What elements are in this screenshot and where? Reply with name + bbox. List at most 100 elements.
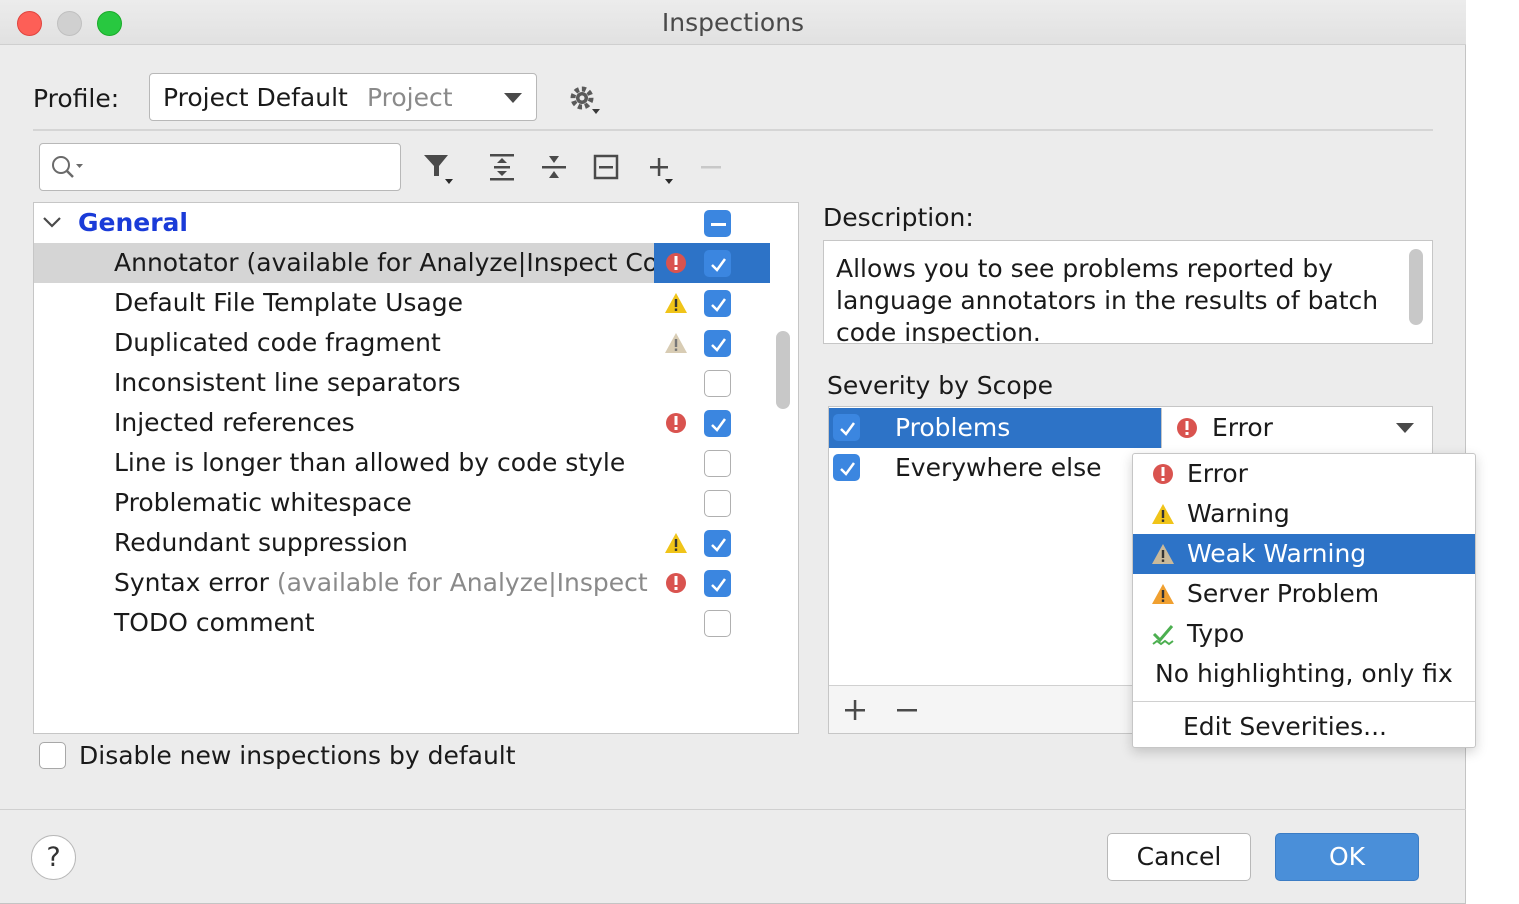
typo-icon [1152,625,1174,646]
tree-row[interactable]: Injected references [34,403,770,443]
inspections-tree[interactable]: General Annotator (available for Analyze… [33,202,799,734]
inspections-dialog: Inspections Profile: Project Default Pro… [0,0,1466,904]
popup-separator [1133,701,1475,702]
tree-row[interactable]: Default File Template Usage [34,283,770,323]
add-icon[interactable] [645,148,681,186]
scope-checkbox[interactable] [833,414,860,441]
tree-row[interactable]: Syntax error (available for Analyze|Insp… [34,563,770,603]
profile-scope: Project [367,83,453,112]
inspection-name: Syntax error [114,568,277,597]
tree-scrollbar[interactable] [776,331,790,409]
popup-item-server-problem[interactable]: Server Problem [1133,574,1475,614]
disable-new-checkbox[interactable] [39,742,66,769]
popup-item-weak-warning[interactable]: Weak Warning [1133,534,1475,574]
tree-row[interactable]: Problematic whitespace [34,483,770,523]
expand-all-icon[interactable] [485,148,521,186]
popup-item-no-highlighting[interactable]: No highlighting, only fix [1133,654,1475,694]
tree-row[interactable]: Redundant suppression [34,523,770,563]
scope-checkbox[interactable] [833,454,860,481]
chevron-down-icon [43,217,61,228]
scope-name: Everywhere else [895,453,1102,482]
disable-new-label: Disable new inspections by default [79,741,516,770]
cancel-button[interactable]: Cancel [1107,833,1251,881]
inspection-name: Duplicated code fragment [114,328,441,357]
warning-icon [1152,504,1174,524]
tree-group-general[interactable]: General [34,203,770,243]
help-button[interactable]: ? [31,835,76,880]
inspection-label: Duplicated code fragment [114,328,441,357]
server-problem-icon [1152,584,1174,604]
edit-severities-label: Edit Severities... [1183,712,1388,741]
error-icon [664,571,688,595]
search-input[interactable] [39,143,401,191]
header-separator [33,129,1433,131]
weak-warning-icon [664,331,688,355]
inspection-checkbox[interactable] [704,330,731,357]
severity-scope-label: Severity by Scope [827,371,1053,400]
inspection-label: Line is longer than allowed by code styl… [114,448,625,477]
inspection-checkbox[interactable] [704,250,731,277]
chevron-down-icon [504,93,522,103]
add-scope-icon[interactable] [843,698,867,722]
inspection-note: (available for Analyze|Inspect [276,568,648,597]
inspection-label: Syntax error (available for Analyze|Insp… [114,568,648,597]
inspection-checkbox[interactable] [704,370,731,397]
popup-item-label: Warning [1187,499,1290,528]
warning-icon [664,291,688,315]
scope-severity-value: Error [1212,413,1273,442]
popup-item-label: No highlighting, only fix [1155,659,1453,688]
reset-icon[interactable] [589,148,625,186]
collapse-all-icon[interactable] [537,148,573,186]
popup-item-label: Typo [1187,619,1245,648]
error-icon [1177,418,1197,438]
inspection-label: TODO comment [114,608,315,637]
scope-row-problems[interactable]: Problems Error [829,408,1432,448]
gear-icon[interactable] [566,82,604,116]
tree-row[interactable]: TODO comment [34,603,770,643]
profile-combo[interactable]: Project Default Project [149,73,537,121]
popup-item-edit-severities[interactable]: Edit Severities... [1133,707,1475,747]
inspection-checkbox[interactable] [704,570,731,597]
group-label: General [78,208,188,237]
tree-row[interactable]: Line is longer than allowed by code styl… [34,443,770,483]
filter-icon[interactable] [421,148,457,186]
window-title: Inspections [661,8,805,37]
group-checkbox[interactable] [704,210,731,237]
warning-icon [664,531,688,555]
inspection-checkbox[interactable] [704,530,731,557]
inspection-name: Annotator (available for Analyze|Inspect… [114,248,654,277]
severity-popup[interactable]: Error Warning Weak Warning Server Proble… [1132,453,1476,748]
inspection-checkbox[interactable] [704,490,731,517]
inspection-label: Problematic whitespace [114,488,412,517]
popup-item-label: Server Problem [1187,579,1380,608]
inspection-name: Line is longer than allowed by code styl… [114,448,626,477]
inspection-label: Redundant suppression [114,528,408,557]
remove-icon[interactable] [697,148,733,186]
inspection-label: Default File Template Usage [114,288,463,317]
error-icon [664,251,688,275]
popup-item-warning[interactable]: Warning [1133,494,1475,534]
popup-item-label: Weak Warning [1187,539,1367,568]
description-box: Allows you to see problems reported by l… [823,240,1433,344]
popup-item-typo[interactable]: Typo [1133,614,1475,654]
title-bar: Inspections [0,0,1466,45]
tree-row[interactable]: Inconsistent line separators [34,363,770,403]
tree-row[interactable]: Annotator (available for Analyze|Inspect… [34,243,770,283]
inspection-checkbox[interactable] [704,290,731,317]
remove-scope-icon[interactable] [895,698,919,722]
inspection-checkbox[interactable] [704,610,731,637]
description-label: Description: [823,203,974,232]
inspection-checkbox[interactable] [704,410,731,437]
inspection-name: Problematic whitespace [114,488,412,517]
ok-button[interactable]: OK [1275,833,1419,881]
inspection-checkbox[interactable] [704,450,731,477]
tree-row[interactable]: Duplicated code fragment [34,323,770,363]
inspection-name: Injected references [114,408,355,437]
description-scrollbar[interactable] [1409,249,1423,325]
inspection-name: Redundant suppression [114,528,408,557]
search-icon [52,156,83,178]
inspection-label: Annotator (available for Analyze|Inspect… [114,248,654,277]
popup-item-label: Error [1187,459,1248,488]
scope-severity-combo[interactable]: Error [1161,408,1432,448]
popup-item-error[interactable]: Error [1133,454,1475,494]
